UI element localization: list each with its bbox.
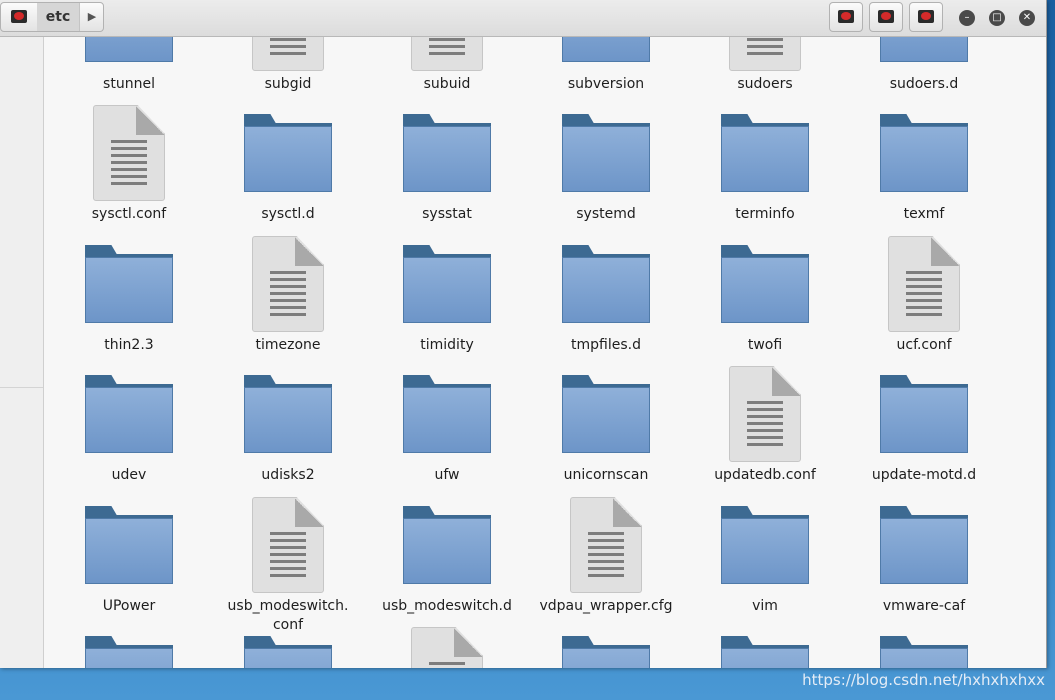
folder-icon	[403, 375, 491, 453]
path-current-button[interactable]: etc	[37, 3, 80, 31]
folder-item[interactable]: sysctl.d	[213, 78, 363, 222]
folder-item[interactable]: tmpfiles.d	[531, 209, 681, 353]
folder-item[interactable]: ufw	[372, 339, 522, 483]
maximize-icon: □	[992, 12, 1002, 23]
file-item[interactable]: usb_modeswitch. conf	[213, 470, 363, 633]
folder-item[interactable]: unicornscan	[531, 339, 681, 483]
maximize-button[interactable]: □	[989, 10, 1005, 26]
folder-item[interactable]: twofi	[690, 209, 840, 353]
app-icon	[918, 10, 934, 23]
close-button[interactable]: ✕	[1019, 10, 1035, 26]
folder-item[interactable]: update-motd.d	[849, 339, 999, 483]
folder-item[interactable]	[531, 600, 681, 668]
text-file-icon	[252, 37, 324, 71]
text-file-icon	[411, 37, 483, 71]
toolbar-button-3[interactable]	[909, 2, 943, 32]
folder-icon	[244, 636, 332, 668]
folder-item[interactable]	[213, 600, 363, 668]
folder-item[interactable]	[54, 600, 204, 668]
path-next-button[interactable]: ▶	[80, 3, 103, 31]
folder-item[interactable]: stunnel	[54, 37, 204, 92]
folder-item[interactable]: subversion	[531, 37, 681, 92]
chevron-right-icon: ▶	[87, 10, 97, 23]
folder-item[interactable]: texmf	[849, 78, 999, 222]
text-file-icon	[729, 37, 801, 71]
folder-item[interactable]: usb_modeswitch.d	[372, 470, 522, 614]
folder-icon	[880, 506, 968, 584]
file-item[interactable]	[372, 600, 522, 668]
sidebar-divider	[0, 387, 43, 388]
folder-item[interactable]: thin2.3	[54, 209, 204, 353]
folder-icon	[244, 114, 332, 192]
file-item[interactable]: timezone	[213, 209, 363, 353]
folder-item[interactable]: udev	[54, 339, 204, 483]
folder-item[interactable]: sysstat	[372, 78, 522, 222]
file-item[interactable]: vdpau_wrapper.cfg	[531, 470, 681, 614]
file-item[interactable]: subuid	[372, 37, 522, 92]
folder-item[interactable]: sudoers.d	[849, 37, 999, 92]
app-icon	[838, 10, 854, 23]
folder-icon	[721, 636, 809, 668]
drive-icon	[11, 10, 27, 23]
file-item[interactable]: sysctl.conf	[54, 78, 204, 222]
text-file-icon	[888, 236, 960, 332]
folder-icon	[403, 506, 491, 584]
text-file-icon	[411, 627, 483, 668]
watermark-text: https://blog.csdn.net/hxhxhxhxx	[802, 671, 1045, 689]
folder-icon	[562, 37, 650, 62]
text-file-icon	[252, 236, 324, 332]
minimize-icon: –	[964, 12, 970, 23]
sidebar[interactable]	[0, 37, 44, 668]
folder-icon	[403, 245, 491, 323]
folder-item[interactable]: terminfo	[690, 78, 840, 222]
folder-item[interactable]: systemd	[531, 78, 681, 222]
folder-item[interactable]	[849, 600, 999, 668]
file-item[interactable]: updatedb.conf	[690, 339, 840, 483]
folder-item[interactable]	[690, 600, 840, 668]
text-file-icon	[729, 366, 801, 462]
file-item[interactable]: subgid	[213, 37, 363, 92]
file-item[interactable]: ucf.conf	[849, 209, 999, 353]
folder-icon	[880, 114, 968, 192]
folder-icon	[880, 375, 968, 453]
toolbar-button-2[interactable]	[869, 2, 903, 32]
folder-icon	[562, 636, 650, 668]
folder-icon	[562, 114, 650, 192]
folder-item[interactable]: UPower	[54, 470, 204, 614]
folder-icon	[562, 245, 650, 323]
toolbar-button-1[interactable]	[829, 2, 863, 32]
app-icon	[878, 10, 894, 23]
path-bar: etc ▶	[0, 2, 104, 32]
folder-icon	[403, 114, 491, 192]
folder-icon	[85, 245, 173, 323]
folder-icon	[880, 37, 968, 62]
folder-item[interactable]: udisks2	[213, 339, 363, 483]
folder-icon	[85, 506, 173, 584]
folder-icon	[721, 114, 809, 192]
folder-icon	[85, 375, 173, 453]
folder-item[interactable]: vmware-caf	[849, 470, 999, 614]
folder-icon	[244, 375, 332, 453]
file-item[interactable]: sudoers	[690, 37, 840, 92]
folder-icon	[85, 636, 173, 668]
folder-icon	[721, 245, 809, 323]
folder-icon	[721, 506, 809, 584]
header-bar: etc ▶ – □ ✕	[0, 0, 1046, 37]
file-manager-window: etc ▶ – □ ✕ stunnel subgid subuid subversio…	[0, 0, 1047, 668]
folder-item[interactable]: vim	[690, 470, 840, 614]
folder-item[interactable]: timidity	[372, 209, 522, 353]
text-file-icon	[93, 105, 165, 201]
text-file-icon	[570, 497, 642, 593]
folder-icon	[562, 375, 650, 453]
close-icon: ✕	[1022, 12, 1032, 23]
file-grid[interactable]: stunnel subgid subuid subversion sudoers sudo…	[44, 37, 1046, 668]
text-file-icon	[252, 497, 324, 593]
folder-icon	[85, 37, 173, 62]
folder-icon	[880, 636, 968, 668]
path-root-button[interactable]	[1, 3, 38, 31]
minimize-button[interactable]: –	[959, 10, 975, 26]
